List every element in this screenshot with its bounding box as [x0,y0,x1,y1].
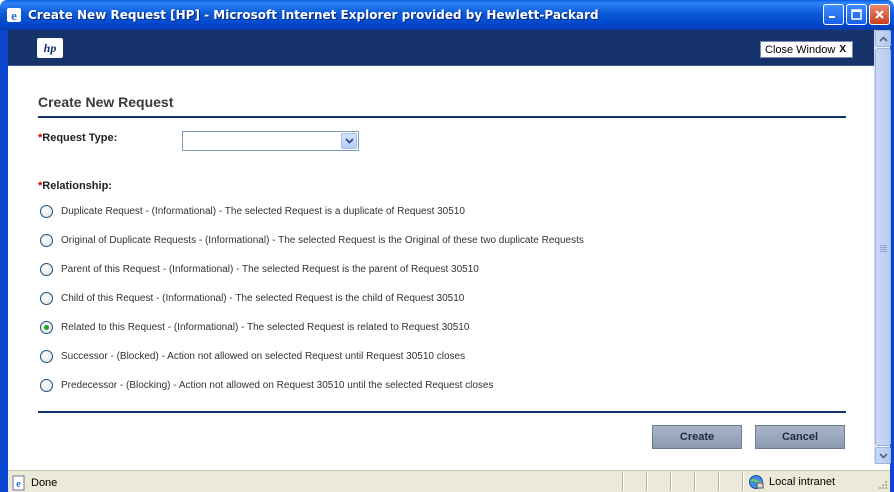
title-divider [38,116,846,118]
security-zone: Local intranet [748,474,835,490]
hp-logo-text: hp [43,40,57,55]
window-frame-left [0,30,8,492]
request-type-label: *Request Type: [38,132,117,144]
local-intranet-icon [749,475,764,489]
request-type-label-text: Request Type: [42,132,118,144]
close-window-label: Close Window [765,43,836,56]
relationship-option-label: Original of Duplicate Requests - (Inform… [61,234,584,246]
relationship-label-text: Relationship: [42,180,112,192]
relationship-option-duplicate[interactable]: Duplicate Request - (Informational) - Th… [40,203,465,219]
scroll-down-button[interactable] [875,447,891,464]
relationship-option-successor[interactable]: Successor - (Blocked) - Action not allow… [40,348,465,364]
chevron-up-icon [878,35,888,42]
maximize-icon [851,9,862,20]
hp-header-bar: hp Close Window X [8,30,874,66]
vertical-scrollbar[interactable] [874,30,891,464]
relationship-option-parent[interactable]: Parent of this Request - (Informational)… [40,261,479,277]
relationship-option-label: Successor - (Blocked) - Action not allow… [61,350,466,362]
svg-text:e: e [16,479,21,490]
close-window-button[interactable]: Close Window X [760,41,853,58]
footer-divider [38,411,846,413]
relationship-label: *Relationship: [38,180,112,192]
relationship-option-original[interactable]: Original of Duplicate Requests - (Inform… [40,232,584,248]
relationship-option-label: Child of this Request - (Informational) … [61,292,465,304]
zone-text: Local intranet [769,476,836,488]
close-window-icon: X [839,44,846,55]
relationship-option-label: Parent of this Request - (Informational)… [61,263,479,275]
minimize-icon [829,16,835,18]
maximize-button[interactable] [846,4,867,25]
relationship-radio[interactable] [40,233,53,247]
window-title: Create New Request [HP] - Microsoft Inte… [28,8,599,22]
hp-logo: hp [37,38,63,58]
chevron-down-icon [344,138,354,144]
status-text: Done [31,477,58,489]
relationship-radio[interactable] [40,262,53,276]
relationship-option-label: Predecessor - (Blocking) - Action not al… [61,379,494,391]
relationship-option-child[interactable]: Child of this Request - (Informational) … [40,290,464,306]
status-done: e Done [11,475,57,491]
svg-text:e: e [11,8,17,23]
page-title: Create New Request [38,94,174,110]
relationship-option-predecessor[interactable]: Predecessor - (Blocking) - Action not al… [40,377,493,393]
minimize-button[interactable] [823,4,844,25]
create-button[interactable]: Create [652,425,742,449]
close-button[interactable] [869,4,890,25]
relationship-option-related[interactable]: Related to this Request - (Informational… [40,319,469,335]
cancel-button[interactable]: Cancel [755,425,845,449]
relationship-radio[interactable] [40,378,53,392]
request-type-select[interactable] [182,131,359,151]
relationship-option-label: Related to this Request - (Informational… [61,321,470,333]
request-type-dropdown-button[interactable] [341,133,357,149]
chevron-down-icon [878,452,888,459]
scroll-thumb[interactable] [875,48,891,446]
window-title-bar[interactable]: e Create New Request [HP] - Microsoft In… [0,0,894,30]
internet-explorer-icon: e [6,7,22,23]
relationship-radio-selected[interactable] [40,320,53,334]
relationship-radio[interactable] [40,204,53,218]
relationship-radio[interactable] [40,349,53,363]
resize-grip-icon[interactable] [876,478,888,490]
relationship-option-label: Duplicate Request - (Informational) - Th… [61,205,465,217]
status-bar: e Done Local intranet [8,470,890,492]
close-icon [875,10,884,19]
relationship-radio[interactable] [40,291,53,305]
scroll-up-button[interactable] [875,30,891,47]
page-done-icon: e [12,475,25,491]
